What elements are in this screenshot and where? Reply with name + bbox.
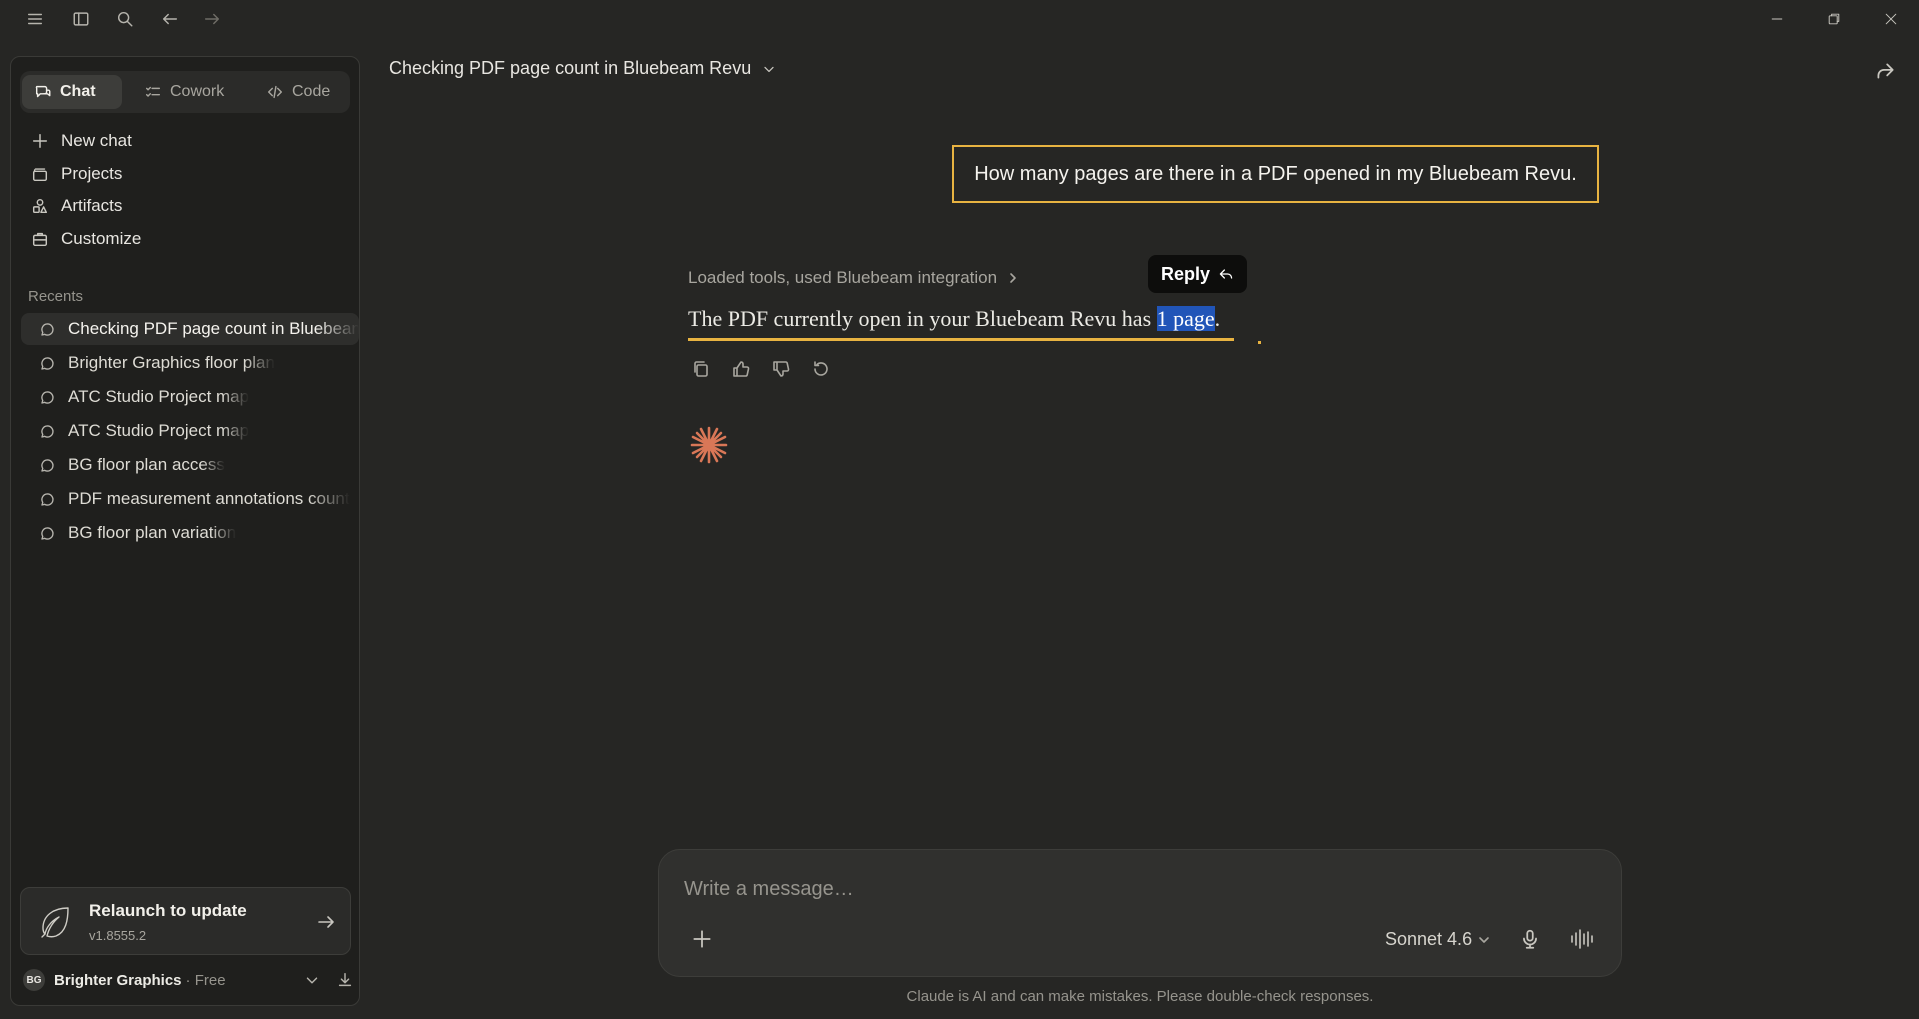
copy-icon[interactable] xyxy=(688,358,713,380)
tools-summary-toggle[interactable]: Loaded tools, used Bluebeam integration xyxy=(688,268,1019,288)
close-icon[interactable] xyxy=(1878,6,1904,32)
recent-chat-label: PDF measurement annotations count xyxy=(68,489,350,508)
account-menu[interactable]: BG Brighter Graphics · Free xyxy=(20,965,354,995)
recent-chat-item[interactable]: PDF measurement annotations count xyxy=(21,483,359,515)
sidebar: Chat Cowork Code New chat Projects Artif… xyxy=(10,56,360,1006)
tab-cowork-label: Cowork xyxy=(170,83,225,100)
message-composer: Sonnet 4.6 xyxy=(658,849,1622,977)
microphone-icon[interactable] xyxy=(1519,928,1541,950)
briefcase-icon xyxy=(32,232,48,247)
checklist-icon xyxy=(145,86,161,97)
message-input[interactable] xyxy=(684,874,1584,904)
update-version: v1.8555.2 xyxy=(89,928,147,943)
mode-switch: Chat Cowork Code xyxy=(20,71,350,113)
recent-chat-label: BG floor plan variation xyxy=(68,523,237,542)
leaf-icon xyxy=(41,907,69,938)
chat-bubble-icon xyxy=(41,390,54,404)
sidebar-toggle-icon[interactable] xyxy=(70,8,92,30)
arrow-left-icon[interactable] xyxy=(159,8,181,30)
reply-label: Reply xyxy=(1160,263,1211,284)
recents-heading: Recents xyxy=(28,288,84,305)
recent-chat-label: Brighter Graphics floor plan xyxy=(68,353,275,372)
update-title: Relaunch to update xyxy=(89,901,247,920)
reply-arrow-icon xyxy=(1219,269,1233,279)
download-icon[interactable] xyxy=(336,971,354,989)
chevron-down-icon xyxy=(1479,936,1489,943)
avatar: BG xyxy=(23,969,45,991)
thumbs-down-icon[interactable] xyxy=(768,358,793,380)
voice-mode-icon[interactable] xyxy=(1569,927,1595,951)
recent-chat-label: Checking PDF page count in Bluebeam Revu xyxy=(68,319,359,338)
chevron-down-icon xyxy=(764,66,774,72)
chevron-down-icon[interactable] xyxy=(303,971,321,989)
tab-cowork[interactable]: Cowork xyxy=(132,75,242,109)
recent-chat-item[interactable]: BG floor plan access xyxy=(21,449,359,481)
sidebar-item-customize[interactable]: Customize xyxy=(27,224,349,254)
add-attachment-icon[interactable] xyxy=(691,928,713,950)
chat-bubbles-icon xyxy=(35,85,51,98)
minimize-icon[interactable] xyxy=(1764,6,1790,32)
reply-button[interactable]: Reply xyxy=(1148,255,1247,293)
recent-chat-item[interactable]: ATC Studio Project map xyxy=(21,381,359,413)
chat-bubble-icon xyxy=(41,492,54,506)
message-actions xyxy=(688,358,833,380)
chat-bubble-icon xyxy=(41,424,54,438)
search-icon[interactable] xyxy=(114,8,136,30)
tab-code[interactable]: Code xyxy=(254,75,346,109)
sidebar-item-artifacts[interactable]: Artifacts xyxy=(27,191,349,221)
recent-chat-label: ATC Studio Project map xyxy=(68,421,250,440)
shapes-icon xyxy=(32,198,48,214)
chat-bubble-icon xyxy=(41,322,54,336)
conversation-title: Checking PDF page count in Bluebeam Revu xyxy=(389,58,752,78)
assistant-answer: The PDF currently open in your Bluebeam … xyxy=(688,305,1220,333)
chat-bubble-icon xyxy=(41,458,54,472)
model-selector[interactable]: Sonnet 4.6 xyxy=(1385,929,1490,950)
new-chat-button[interactable]: New chat xyxy=(27,126,349,156)
nav-label: Customize xyxy=(61,229,142,248)
relaunch-update-card[interactable]: Relaunch to update v1.8555.2 xyxy=(20,887,351,955)
recent-chat-item[interactable]: BG floor plan variation xyxy=(21,517,359,549)
recent-chat-label: BG floor plan access xyxy=(68,455,225,474)
selected-text: 1 page xyxy=(1156,306,1215,331)
hamburger-icon[interactable] xyxy=(24,8,46,30)
arrow-right-icon[interactable] xyxy=(201,8,223,30)
recent-chat-item[interactable]: ATC Studio Project map xyxy=(21,415,359,447)
share-icon[interactable] xyxy=(1874,60,1896,82)
recent-chat-label: ATC Studio Project map xyxy=(68,387,250,406)
tab-chat-label: Chat xyxy=(60,83,96,100)
chat-bubble-icon xyxy=(41,526,54,540)
user-name: Brighter Graphics xyxy=(54,971,182,989)
title-bar xyxy=(0,0,1919,38)
claude-spark-icon xyxy=(690,426,728,464)
chat-bubble-icon xyxy=(41,356,54,370)
thumbs-up-icon[interactable] xyxy=(728,358,753,380)
code-icon xyxy=(267,85,283,99)
answer-end: . xyxy=(1214,306,1221,331)
restore-icon[interactable] xyxy=(1821,6,1847,32)
nav-label: Projects xyxy=(61,164,123,183)
disclaimer: Claude is AI and can make mistakes. Plea… xyxy=(906,988,1374,1005)
conversation-title-button[interactable]: Checking PDF page count in Bluebeam Revu xyxy=(389,58,777,79)
nav-label: New chat xyxy=(61,131,132,150)
sidebar-item-projects[interactable]: Projects xyxy=(27,159,349,189)
arrow-right-icon xyxy=(318,916,334,928)
user-plan: · Free xyxy=(185,971,226,989)
answer-highlight-underline xyxy=(688,338,1234,341)
folder-stack-icon xyxy=(32,168,48,182)
chevron-right-icon xyxy=(1010,273,1016,283)
retry-icon[interactable] xyxy=(808,358,833,380)
tools-summary-text: Loaded tools, used Bluebeam integration xyxy=(688,268,998,287)
plus-icon xyxy=(32,133,48,149)
nav-label: Artifacts xyxy=(61,196,123,215)
tab-chat[interactable]: Chat xyxy=(22,75,122,109)
recent-chat-item[interactable]: Checking PDF page count in Bluebeam Revu xyxy=(21,313,359,345)
cursor-marker xyxy=(1258,341,1261,344)
user-message: How many pages are there in a PDF opened… xyxy=(952,145,1599,203)
answer-text: The PDF currently open in your Bluebeam … xyxy=(688,306,1157,331)
model-name: Sonnet 4.6 xyxy=(1385,929,1473,949)
tab-code-label: Code xyxy=(292,83,331,100)
recent-chat-item[interactable]: Brighter Graphics floor plan xyxy=(21,347,359,379)
